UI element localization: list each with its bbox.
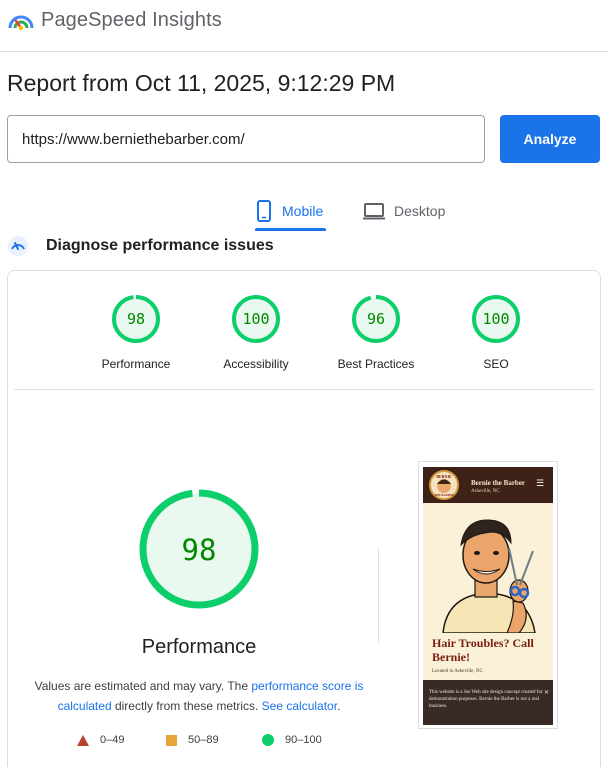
gauge-performance[interactable]: 98 Performance bbox=[76, 293, 196, 371]
site-logo: BERNIE THE BARBER bbox=[429, 470, 459, 500]
big-gauge-score: 98 bbox=[182, 533, 217, 567]
gauge-label: Best Practices bbox=[337, 357, 415, 371]
see-calculator-link[interactable]: See calculator bbox=[262, 699, 337, 713]
site-headline: Hair Troubles? Call Bernie! bbox=[432, 636, 534, 664]
triangle-icon bbox=[77, 734, 89, 746]
legend-item-pass: 90–100 bbox=[262, 734, 322, 746]
disclaimer-middle: directly from these metrics. bbox=[111, 699, 262, 713]
hamburger-menu-icon: ☰ bbox=[536, 478, 545, 488]
site-header: BERNIE THE BARBER Bernie the Barber Ashe… bbox=[423, 467, 553, 503]
gauge-best-practices[interactable]: 96 Best Practices bbox=[316, 293, 436, 371]
screenshot-content: BERNIE THE BARBER Bernie the Barber Ashe… bbox=[423, 467, 553, 725]
gauge-ring: 96 bbox=[352, 295, 400, 343]
performance-title: Performance bbox=[141, 636, 257, 658]
legend-item-average: 50–89 bbox=[166, 734, 219, 746]
big-performance-gauge: 98 bbox=[139, 489, 259, 609]
desktop-monitor-icon bbox=[363, 203, 385, 220]
app-header: PageSpeed Insights bbox=[0, 0, 608, 52]
logo-text-bottom: THE BARBER bbox=[434, 493, 454, 497]
diagnose-gauge-icon bbox=[8, 236, 28, 256]
legend-item-fail: 0–49 bbox=[77, 734, 124, 746]
gauge-score: 96 bbox=[367, 310, 385, 328]
analyze-button[interactable]: Analyze bbox=[500, 115, 600, 163]
disclaimer-prefix: Values are estimated and may vary. The bbox=[34, 679, 252, 693]
gauge-score: 98 bbox=[127, 310, 145, 328]
gauge-ring: 100 bbox=[472, 295, 520, 343]
circle-icon bbox=[262, 734, 274, 746]
score-disclaimer: Values are estimated and may vary. The p… bbox=[33, 676, 365, 716]
logo-text-top: BERNIE bbox=[436, 474, 452, 479]
tab-desktop[interactable]: Desktop bbox=[363, 192, 445, 230]
gauge-ring: 100 bbox=[232, 295, 280, 343]
square-icon bbox=[166, 734, 177, 746]
pagespeed-logo-icon bbox=[8, 15, 34, 31]
gauge-score: 100 bbox=[482, 310, 509, 328]
vertical-divider bbox=[378, 548, 379, 643]
mobile-phone-icon bbox=[257, 200, 271, 222]
disclaimer-suffix: . bbox=[337, 699, 341, 713]
gauge-ring: 98 bbox=[112, 295, 160, 343]
legend-label: 90–100 bbox=[285, 734, 322, 746]
app-title: PageSpeed Insights bbox=[41, 9, 222, 31]
gauge-score: 100 bbox=[242, 310, 269, 328]
site-location: Asheville, NC bbox=[471, 489, 500, 494]
gauge-label: Accessibility bbox=[223, 357, 289, 371]
site-name: Bernie the Barber bbox=[471, 479, 526, 487]
url-input[interactable] bbox=[7, 115, 485, 163]
report-title: Report from Oct 11, 2025, 9:12:29 PM bbox=[7, 70, 396, 96]
site-notice-banner: This website is a Joe Web site design co… bbox=[423, 680, 553, 725]
site-banner-text: This website is a Joe Web site design co… bbox=[429, 690, 543, 709]
page-screenshot: BERNIE THE BARBER Bernie the Barber Ashe… bbox=[418, 461, 558, 729]
legend-label: 0–49 bbox=[100, 734, 125, 746]
card-divider bbox=[14, 389, 594, 390]
site-subline: Located in Asheville, NC bbox=[432, 669, 483, 674]
close-icon: ✕ bbox=[543, 690, 549, 696]
barber-logo-icon: BERNIE THE BARBER bbox=[434, 474, 454, 497]
tab-mobile[interactable]: Mobile bbox=[255, 192, 327, 231]
barber-illustration bbox=[423, 503, 553, 633]
tab-desktop-label: Desktop bbox=[394, 203, 446, 219]
diagnose-title: Diagnose performance issues bbox=[46, 237, 274, 254]
tab-mobile-label: Mobile bbox=[282, 203, 324, 219]
gauge-label: SEO bbox=[483, 357, 509, 371]
gauge-label: Performance bbox=[101, 357, 171, 371]
legend-label: 50–89 bbox=[188, 734, 219, 746]
gauge-seo[interactable]: 100 SEO bbox=[436, 293, 556, 371]
gauge-accessibility[interactable]: 100 Accessibility bbox=[196, 293, 316, 371]
